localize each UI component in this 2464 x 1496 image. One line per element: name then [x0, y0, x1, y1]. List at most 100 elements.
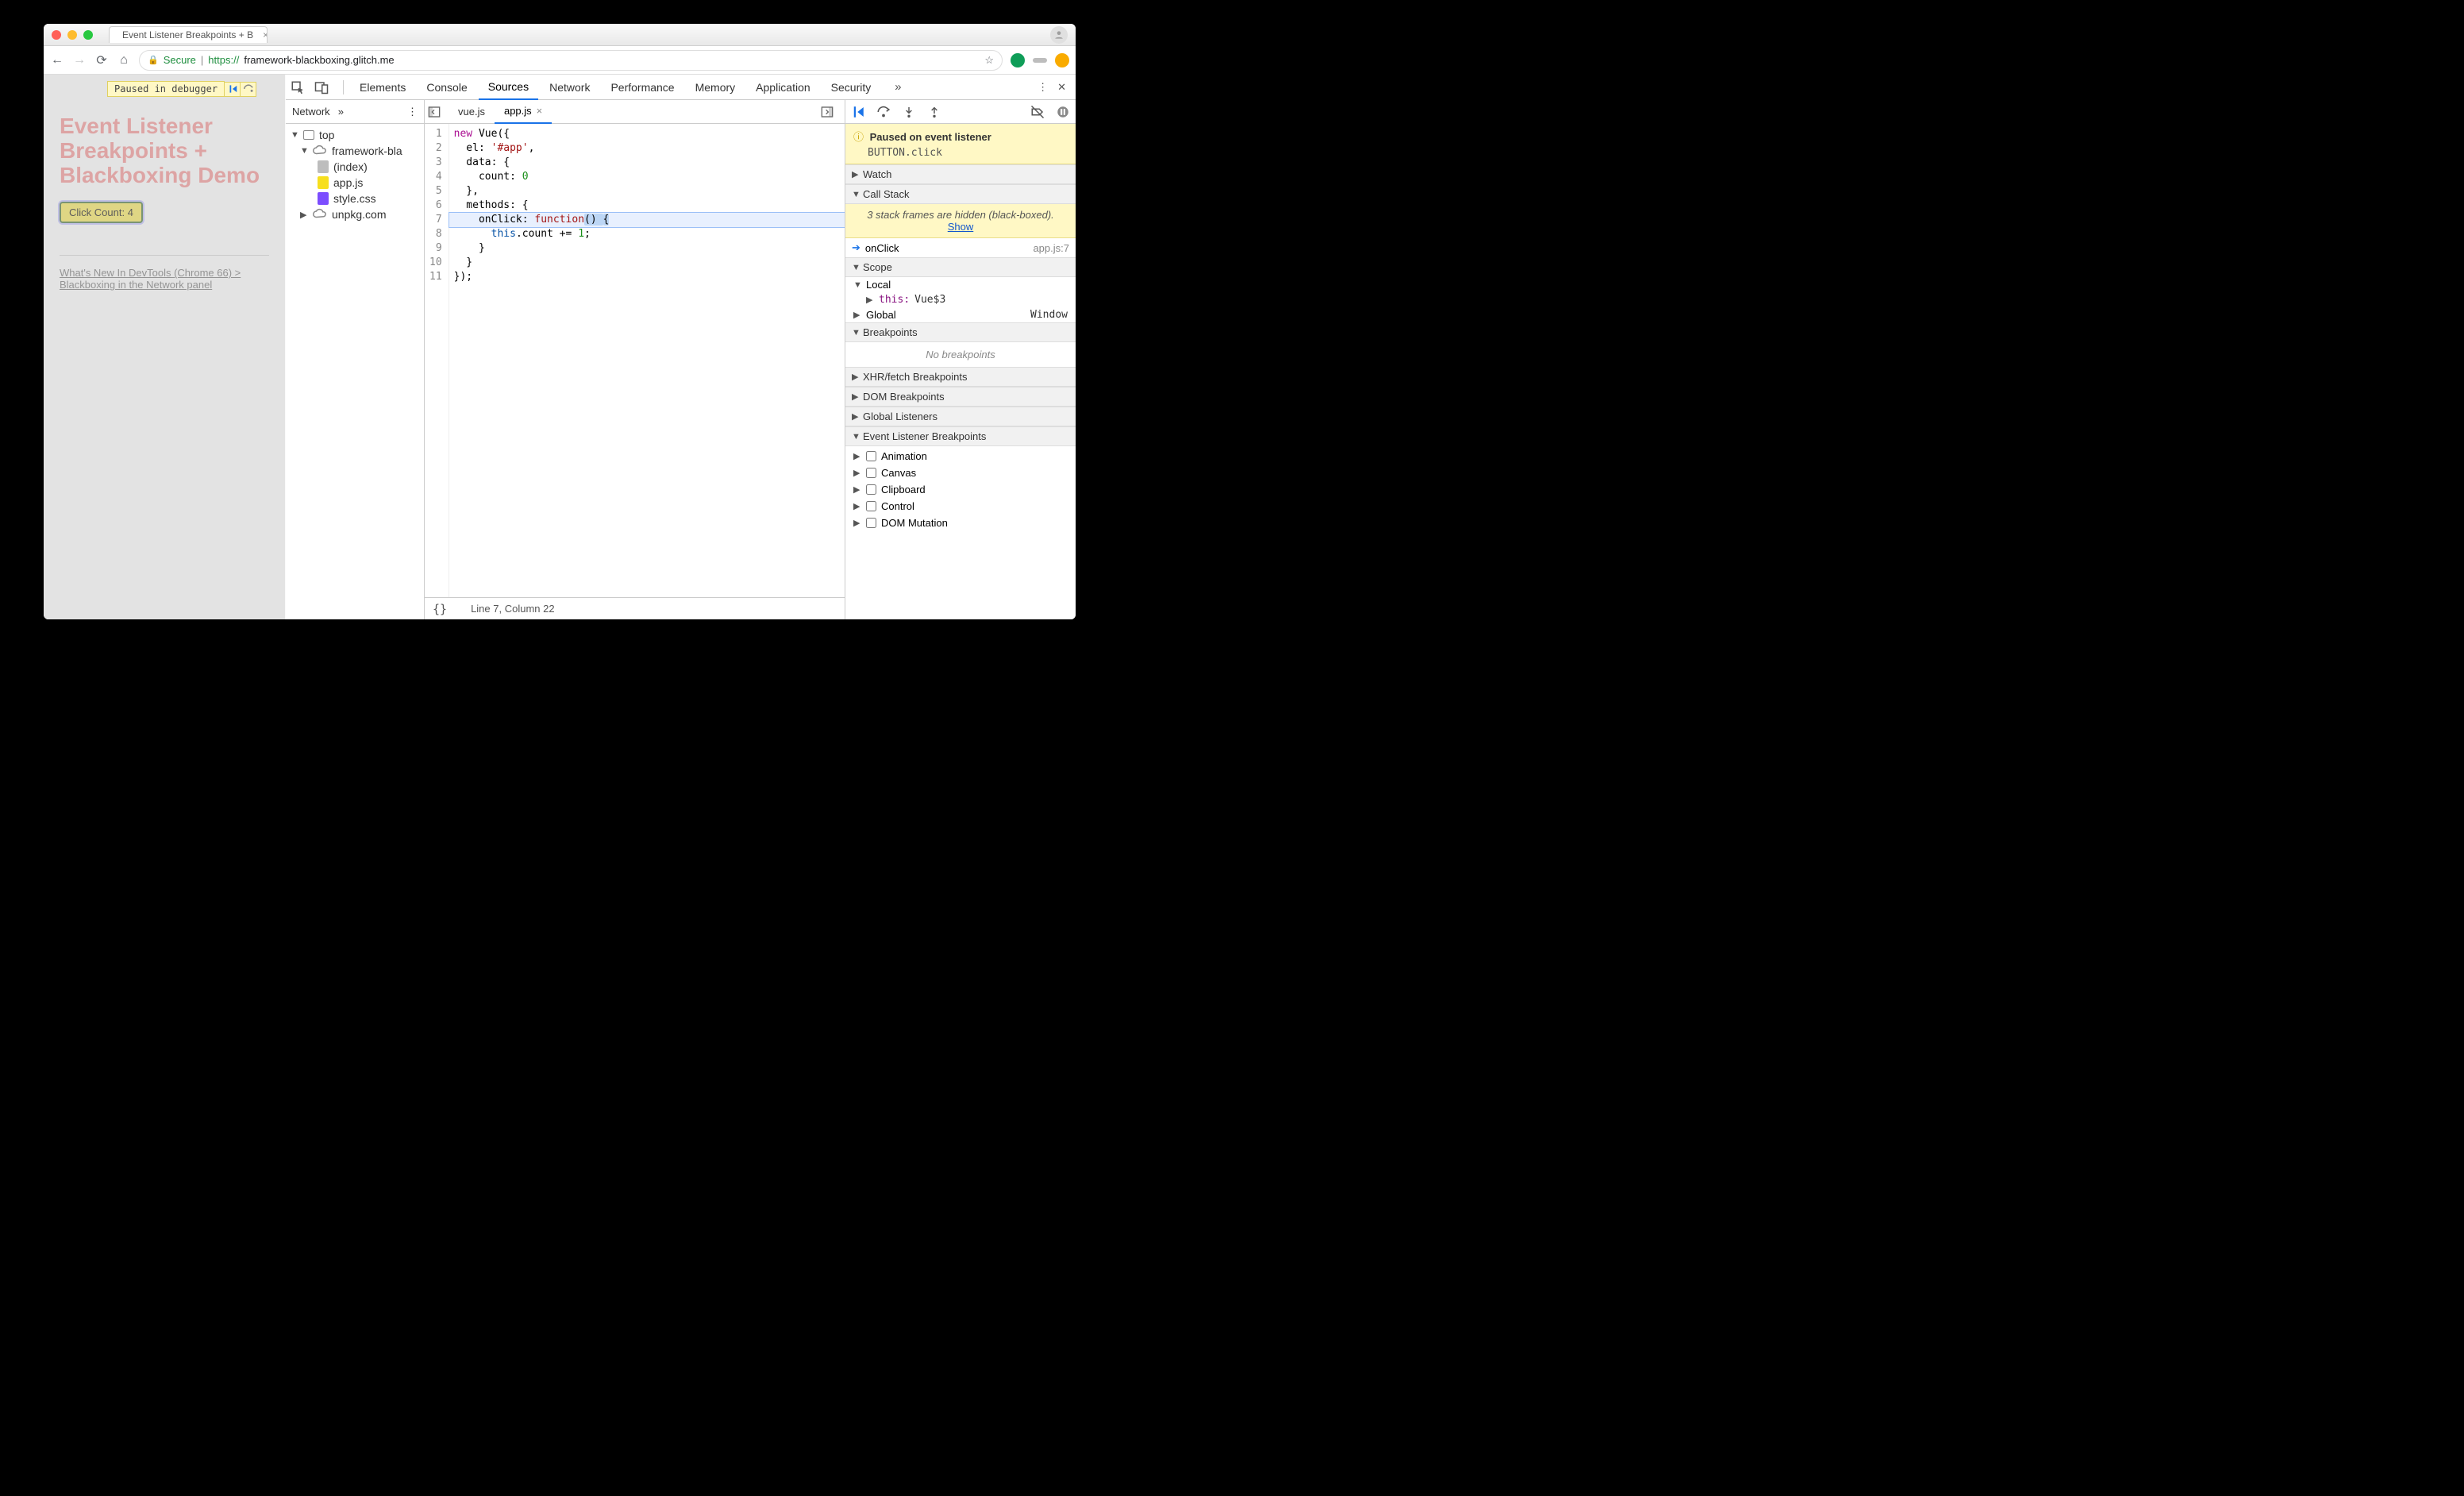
event-category-checkbox[interactable]	[866, 468, 876, 478]
deactivate-breakpoints-button[interactable]	[1030, 105, 1045, 119]
toggle-navigator-icon[interactable]	[428, 106, 449, 118]
url-field[interactable]: 🔒 Secure | https://framework-blackboxing…	[139, 50, 1003, 71]
event-category[interactable]: ▶Clipboard	[845, 481, 1076, 498]
tab-elements[interactable]: Elements	[350, 75, 415, 100]
cursor-position: Line 7, Column 22	[471, 603, 555, 615]
profile-avatar[interactable]	[1050, 26, 1068, 44]
pretty-print-icon[interactable]: {}	[433, 602, 447, 616]
addressbar: ← → ⟳ ⌂ 🔒 Secure | https://framework-bla…	[44, 46, 1076, 75]
tree-file[interactable]: style.css	[286, 191, 424, 206]
extension-icon[interactable]	[1055, 53, 1069, 67]
section-call-stack[interactable]: ▼Call Stack	[845, 184, 1076, 204]
section-scope[interactable]: ▼Scope	[845, 257, 1076, 277]
pause-on-exceptions-button[interactable]	[1055, 105, 1071, 119]
event-category-checkbox[interactable]	[866, 518, 876, 528]
tab-memory[interactable]: Memory	[686, 75, 745, 100]
event-category-checkbox[interactable]	[866, 484, 876, 495]
minimize-window-button[interactable]	[67, 30, 77, 40]
show-blackboxed-link[interactable]: Show	[948, 221, 974, 233]
more-tabs-icon[interactable]: »	[887, 80, 909, 94]
nav-forward-icon: →	[72, 53, 87, 67]
tab-console[interactable]: Console	[417, 75, 476, 100]
scope-local[interactable]: ▼Local	[845, 277, 1076, 292]
editor-tab-appjs[interactable]: app.js ×	[495, 100, 552, 124]
step-out-button[interactable]	[926, 105, 942, 119]
debugger-sidebar: ⓘ Paused on event listener BUTTON.click …	[845, 100, 1076, 619]
event-category[interactable]: ▶Canvas	[845, 465, 1076, 481]
scope-this[interactable]: ▶ this: Vue$3	[845, 292, 1076, 307]
tree-domain[interactable]: ▶ unpkg.com	[286, 206, 424, 222]
devtools-menu-icon[interactable]: ⋮	[1038, 81, 1048, 94]
extension-icon[interactable]	[1011, 53, 1025, 67]
tab-close-icon[interactable]: ×	[263, 29, 268, 40]
section-xhr-breakpoints[interactable]: ▶XHR/fetch Breakpoints	[845, 367, 1076, 387]
more-subtabs-icon[interactable]: »	[338, 106, 344, 118]
document-icon	[318, 160, 329, 173]
overlay-resume-button[interactable]	[225, 82, 241, 97]
editor-tab-label: vue.js	[458, 106, 485, 118]
paused-reason: Paused on event listener	[870, 131, 991, 143]
tree-file[interactable]: app.js	[286, 175, 424, 191]
maximize-window-button[interactable]	[83, 30, 93, 40]
nav-back-icon[interactable]: ←	[50, 53, 64, 67]
no-breakpoints-text: No breakpoints	[845, 342, 1076, 367]
step-into-button[interactable]	[901, 105, 917, 119]
line-gutter[interactable]: 1234567891011	[425, 124, 449, 597]
tab-security[interactable]: Security	[822, 75, 881, 100]
tree-label: (index)	[333, 160, 368, 173]
section-event-listener-breakpoints[interactable]: ▼Event Listener Breakpoints	[845, 426, 1076, 446]
section-breakpoints[interactable]: ▼Breakpoints	[845, 322, 1076, 342]
cloud-icon	[313, 145, 327, 157]
event-category[interactable]: ▶Animation	[845, 448, 1076, 465]
tree-label: app.js	[333, 176, 363, 189]
event-category[interactable]: ▶Control	[845, 498, 1076, 515]
device-toolbar-icon[interactable]	[314, 80, 337, 94]
current-frame-arrow-icon: ➔	[852, 241, 860, 254]
tab-network[interactable]: Network	[540, 75, 599, 100]
call-stack-frame[interactable]: ➔ onClick app.js:7	[845, 238, 1076, 257]
blackbox-note: 3 stack frames are hidden (black-boxed).…	[845, 204, 1076, 238]
code-area[interactable]: new Vue({ el: '#app', data: { count: 0 }…	[449, 124, 845, 597]
tree-top-frame[interactable]: ▼ top	[286, 127, 424, 143]
lock-icon: 🔒	[148, 55, 159, 65]
sources-navigator: Network » ⋮ ▼ top ▼	[286, 100, 425, 619]
tab-sources[interactable]: Sources	[479, 75, 538, 100]
devtools-close-icon[interactable]: ✕	[1057, 81, 1066, 94]
close-tab-icon[interactable]: ×	[537, 105, 543, 117]
bookmark-star-icon[interactable]: ☆	[984, 54, 994, 67]
browser-tab[interactable]: Event Listener Breakpoints + B ×	[109, 26, 268, 43]
extension-icon[interactable]	[1033, 58, 1047, 63]
close-window-button[interactable]	[52, 30, 61, 40]
nav-reload-icon[interactable]: ⟳	[94, 52, 109, 68]
scope-global[interactable]: ▶ Global Window	[845, 307, 1076, 322]
tab-performance[interactable]: Performance	[601, 75, 683, 100]
event-category-checkbox[interactable]	[866, 501, 876, 511]
tree-label: top	[319, 129, 334, 141]
docs-link[interactable]: What's New In DevTools (Chrome 66) > Bla…	[60, 267, 241, 291]
resume-button[interactable]	[850, 105, 866, 119]
section-global-listeners[interactable]: ▶Global Listeners	[845, 407, 1076, 426]
overlay-step-over-button[interactable]	[241, 82, 256, 97]
tree-domain[interactable]: ▼ framework-bla	[286, 143, 424, 159]
click-count-button[interactable]: Click Count: 4	[60, 202, 143, 223]
paused-banner: ⓘ Paused on event listener BUTTON.click	[845, 124, 1076, 164]
tree-label: style.css	[333, 192, 376, 205]
devtools: Elements Console Sources Network Perform…	[286, 75, 1076, 619]
navigator-menu-icon[interactable]: ⋮	[407, 106, 418, 118]
frame-source[interactable]: app.js:7	[1033, 242, 1069, 254]
toggle-debugger-icon[interactable]	[821, 106, 841, 118]
tab-application[interactable]: Application	[746, 75, 820, 100]
nav-home-icon[interactable]: ⌂	[117, 53, 131, 67]
editor-tab-vuejs[interactable]: vue.js	[449, 100, 495, 124]
info-icon: ⓘ	[853, 131, 864, 143]
event-category-checkbox[interactable]	[866, 451, 876, 461]
event-category[interactable]: ▶DOM Mutation	[845, 515, 1076, 531]
navigator-subtab[interactable]: Network	[292, 106, 330, 118]
code-editor[interactable]: 1234567891011 new Vue({ el: '#app', data…	[425, 124, 845, 597]
section-watch[interactable]: ▶Watch	[845, 164, 1076, 184]
devtools-top-tabs: Elements Console Sources Network Perform…	[286, 75, 1076, 100]
section-dom-breakpoints[interactable]: ▶DOM Breakpoints	[845, 387, 1076, 407]
inspect-element-icon[interactable]	[291, 80, 313, 94]
step-over-button[interactable]	[876, 105, 891, 119]
tree-file[interactable]: (index)	[286, 159, 424, 175]
